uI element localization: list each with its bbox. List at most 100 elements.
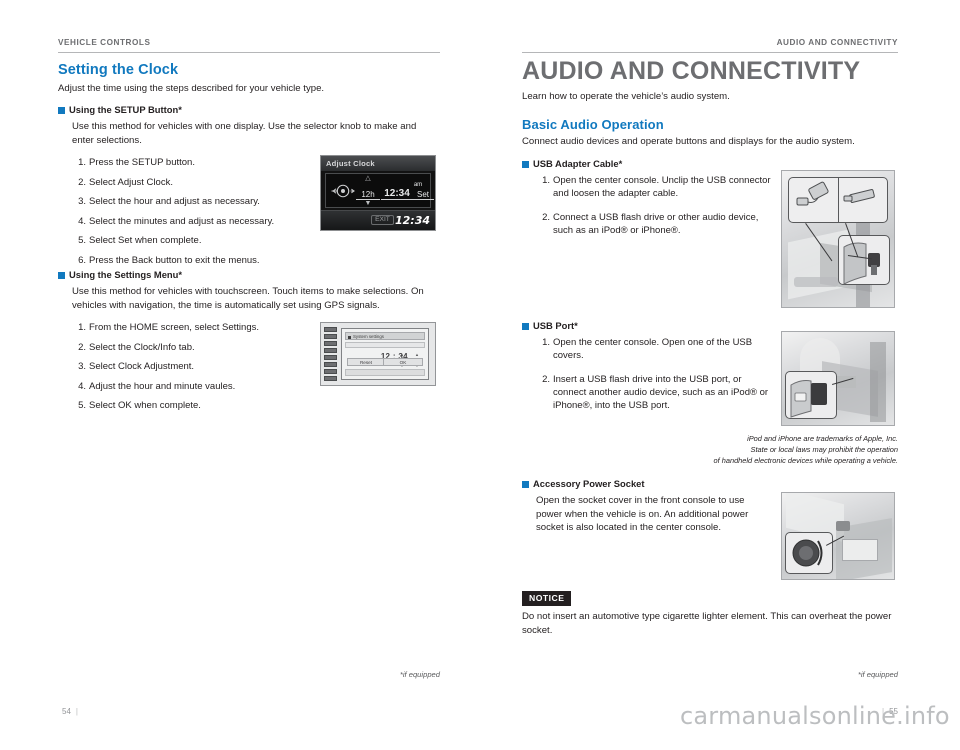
if-equipped-note-right: *if equipped [857, 670, 898, 679]
bullet-square-icon [58, 271, 65, 279]
usb-port-closeup-icon [843, 242, 880, 285]
subhead-label: Using the Settings Menu* [69, 269, 183, 280]
photo-front-console-power-socket [781, 492, 895, 580]
clock-display-footer: EXIT 12:34 [321, 210, 435, 230]
list-item: 4. Select the minutes and adjust as neces… [78, 215, 275, 227]
notice-block: NOTICE [522, 588, 572, 606]
figure-navigation-settings-screen: System settings ▲ ▲ 12 : 34am ▼ ▼ Reset … [320, 322, 436, 386]
exit-button[interactable]: EXIT [371, 215, 394, 225]
list-item: 6. Press the Back button to exit the menu… [78, 255, 260, 267]
list-item: 5. Select OK when complete. [78, 400, 201, 412]
list-item: 5. Select Set when complete. [78, 235, 202, 247]
navigation-screen[interactable]: System settings ▲ ▲ 12 : 34am ▼ ▼ Reset … [341, 328, 429, 380]
nav-side-button[interactable] [324, 355, 337, 360]
clock-hour-field: 12h [356, 190, 380, 200]
page-number-left: 54 [62, 707, 71, 716]
subhead-usb-adapter-cable: USB Adapter Cable* [522, 158, 772, 169]
up-arrow-icon: △ [365, 175, 371, 182]
nav-screen-header: System settings [345, 332, 425, 340]
usb-connector-icon [796, 181, 875, 206]
left-section-title: Setting the Clock [58, 62, 179, 78]
clock-display-body: △ 12h ▼ 12:34 am Set [325, 173, 434, 208]
figure-usb-adapter-cable [781, 170, 895, 308]
subhead-setup-button: Using the SETUP Button* [58, 104, 398, 115]
right-section-intro: Connect audio devices and operate button… [522, 136, 855, 147]
chapter-intro: Learn how to operate the vehicle’s audio… [522, 91, 730, 102]
subhead-label: Using the SETUP Button* [69, 104, 182, 115]
if-equipped-note-left: *if equipped [399, 670, 440, 679]
bullet-square-icon [522, 160, 529, 168]
subhead-label: USB Port* [533, 320, 578, 331]
nav-side-buttons[interactable] [324, 327, 337, 381]
folio-left: 54 | [62, 707, 83, 716]
nav-side-button[interactable] [324, 334, 337, 339]
usb-port-open-cover-icon [790, 380, 827, 418]
power-socket-closeup-icon [792, 539, 823, 567]
manual-spread: VEHICLE CONTROLS Setting the Clock Adjus… [0, 0, 960, 750]
list-item: 1. Open the center console. Open one of t… [542, 337, 753, 362]
list-item: 2. Connect a USB flash drive or other aud… [542, 212, 759, 237]
subhead-accessory-power-socket: Accessory Power Socket [522, 478, 772, 489]
nav-screen-tabs[interactable] [345, 342, 425, 348]
trademark-notice: iPod and iPhone are trademarks of Apple,… [568, 433, 898, 466]
down-arrow-icon: ▼ [364, 200, 372, 207]
subhead-label: USB Adapter Cable* [533, 158, 623, 169]
list-item: 2. Insert a USB flash drive into the USB … [542, 374, 769, 412]
running-head-right: AUDIO AND CONNECTIVITY [776, 38, 898, 47]
list-item: 1. Open the center console. Unclip the US… [542, 175, 771, 200]
left-section-intro: Adjust the time using the steps describe… [58, 83, 325, 94]
list-item: 3. Select Clock Adjustment. [78, 361, 195, 373]
accessory-power-socket-body: Open the socket cover in the front conso… [536, 495, 749, 534]
clock-set-button[interactable]: Set [412, 190, 434, 200]
chapter-title: AUDIO AND CONNECTIVITY [522, 57, 861, 85]
right-section-title: Basic Audio Operation [522, 117, 664, 132]
nav-side-button[interactable] [324, 348, 337, 353]
running-head-left: VEHICLE CONTROLS [58, 38, 151, 47]
head-rule-left [58, 52, 440, 53]
photo-center-console-usb-port [781, 331, 895, 426]
settings-menu-body: Use this method for vehicles with touchs… [72, 286, 424, 311]
list-item: 1. Press the SETUP button. [78, 157, 195, 168]
subhead-settings-menu: Using the Settings Menu* [58, 269, 398, 280]
clock-readout: 12:34 [394, 214, 430, 227]
clock-display: Adjust Clock △ 12h ▼ 12:34 am Set EXIT 1… [320, 155, 436, 231]
selector-knob-icon [331, 184, 355, 197]
nav-screen-footer [345, 369, 425, 376]
nav-side-button[interactable] [324, 362, 337, 367]
photo-center-console-usb-cable [781, 170, 895, 308]
nav-ok-button[interactable]: OK [383, 358, 423, 366]
folio-divider: | [75, 707, 78, 716]
nav-side-button[interactable] [324, 327, 337, 332]
figure-accessory-power-socket [781, 492, 895, 580]
list-item: 2. Select Adjust Clock. [78, 176, 173, 188]
nav-reset-button[interactable]: Reset [347, 358, 385, 366]
clock-meridiem: am [413, 182, 423, 188]
settings-menu-steps: 1. From the HOME screen, select Settings.… [72, 321, 312, 419]
bullet-square-icon [522, 480, 529, 488]
nav-side-button[interactable] [324, 341, 337, 346]
figure-usb-port [781, 331, 895, 426]
navigation-unit: System settings ▲ ▲ 12 : 34am ▼ ▼ Reset … [320, 322, 436, 386]
clock-display-title: Adjust Clock [321, 156, 435, 171]
setup-button-steps: 1. Press the SETUP button. 2. Select Adjus… [72, 156, 312, 274]
page-left: VEHICLE CONTROLS Setting the Clock Adjus… [0, 0, 480, 750]
notice-badge: NOTICE [522, 590, 572, 606]
page-right: AUDIO AND CONNECTIVITY AUDIO AND CONNECT… [480, 0, 960, 750]
nav-side-button[interactable] [324, 376, 337, 381]
list-item: 1. From the HOME screen, select Settings. [78, 322, 260, 333]
trademark-line: of handheld electronic devices while ope… [713, 456, 898, 466]
bullet-square-icon [58, 106, 65, 114]
notice-body: Do not insert an automotive type cigaret… [522, 611, 892, 636]
trademark-line: State or local laws may prohibit the ope… [750, 445, 898, 455]
list-item: 2. Select the Clock/Info tab. [78, 341, 195, 353]
setup-button-body: Use this method for vehicles with one di… [72, 121, 417, 146]
clock-time-field: 12:34 [381, 188, 413, 200]
site-watermark: carmanualsonline.info [680, 702, 950, 730]
nav-side-button[interactable] [324, 369, 337, 374]
list-item: 3. Select the hour and adjust as necessar… [78, 196, 260, 208]
subhead-usb-port: USB Port* [522, 320, 772, 331]
trademark-line: iPod and iPhone are trademarks of Apple,… [747, 434, 898, 443]
usb-adapter-cable-steps: 1. Open the center console. Unclip the US… [536, 174, 772, 244]
figure-adjust-clock-display: Adjust Clock △ 12h ▼ 12:34 am Set EXIT 1… [320, 155, 436, 231]
minute-up-arrow-icon[interactable]: ▲ [415, 352, 419, 357]
